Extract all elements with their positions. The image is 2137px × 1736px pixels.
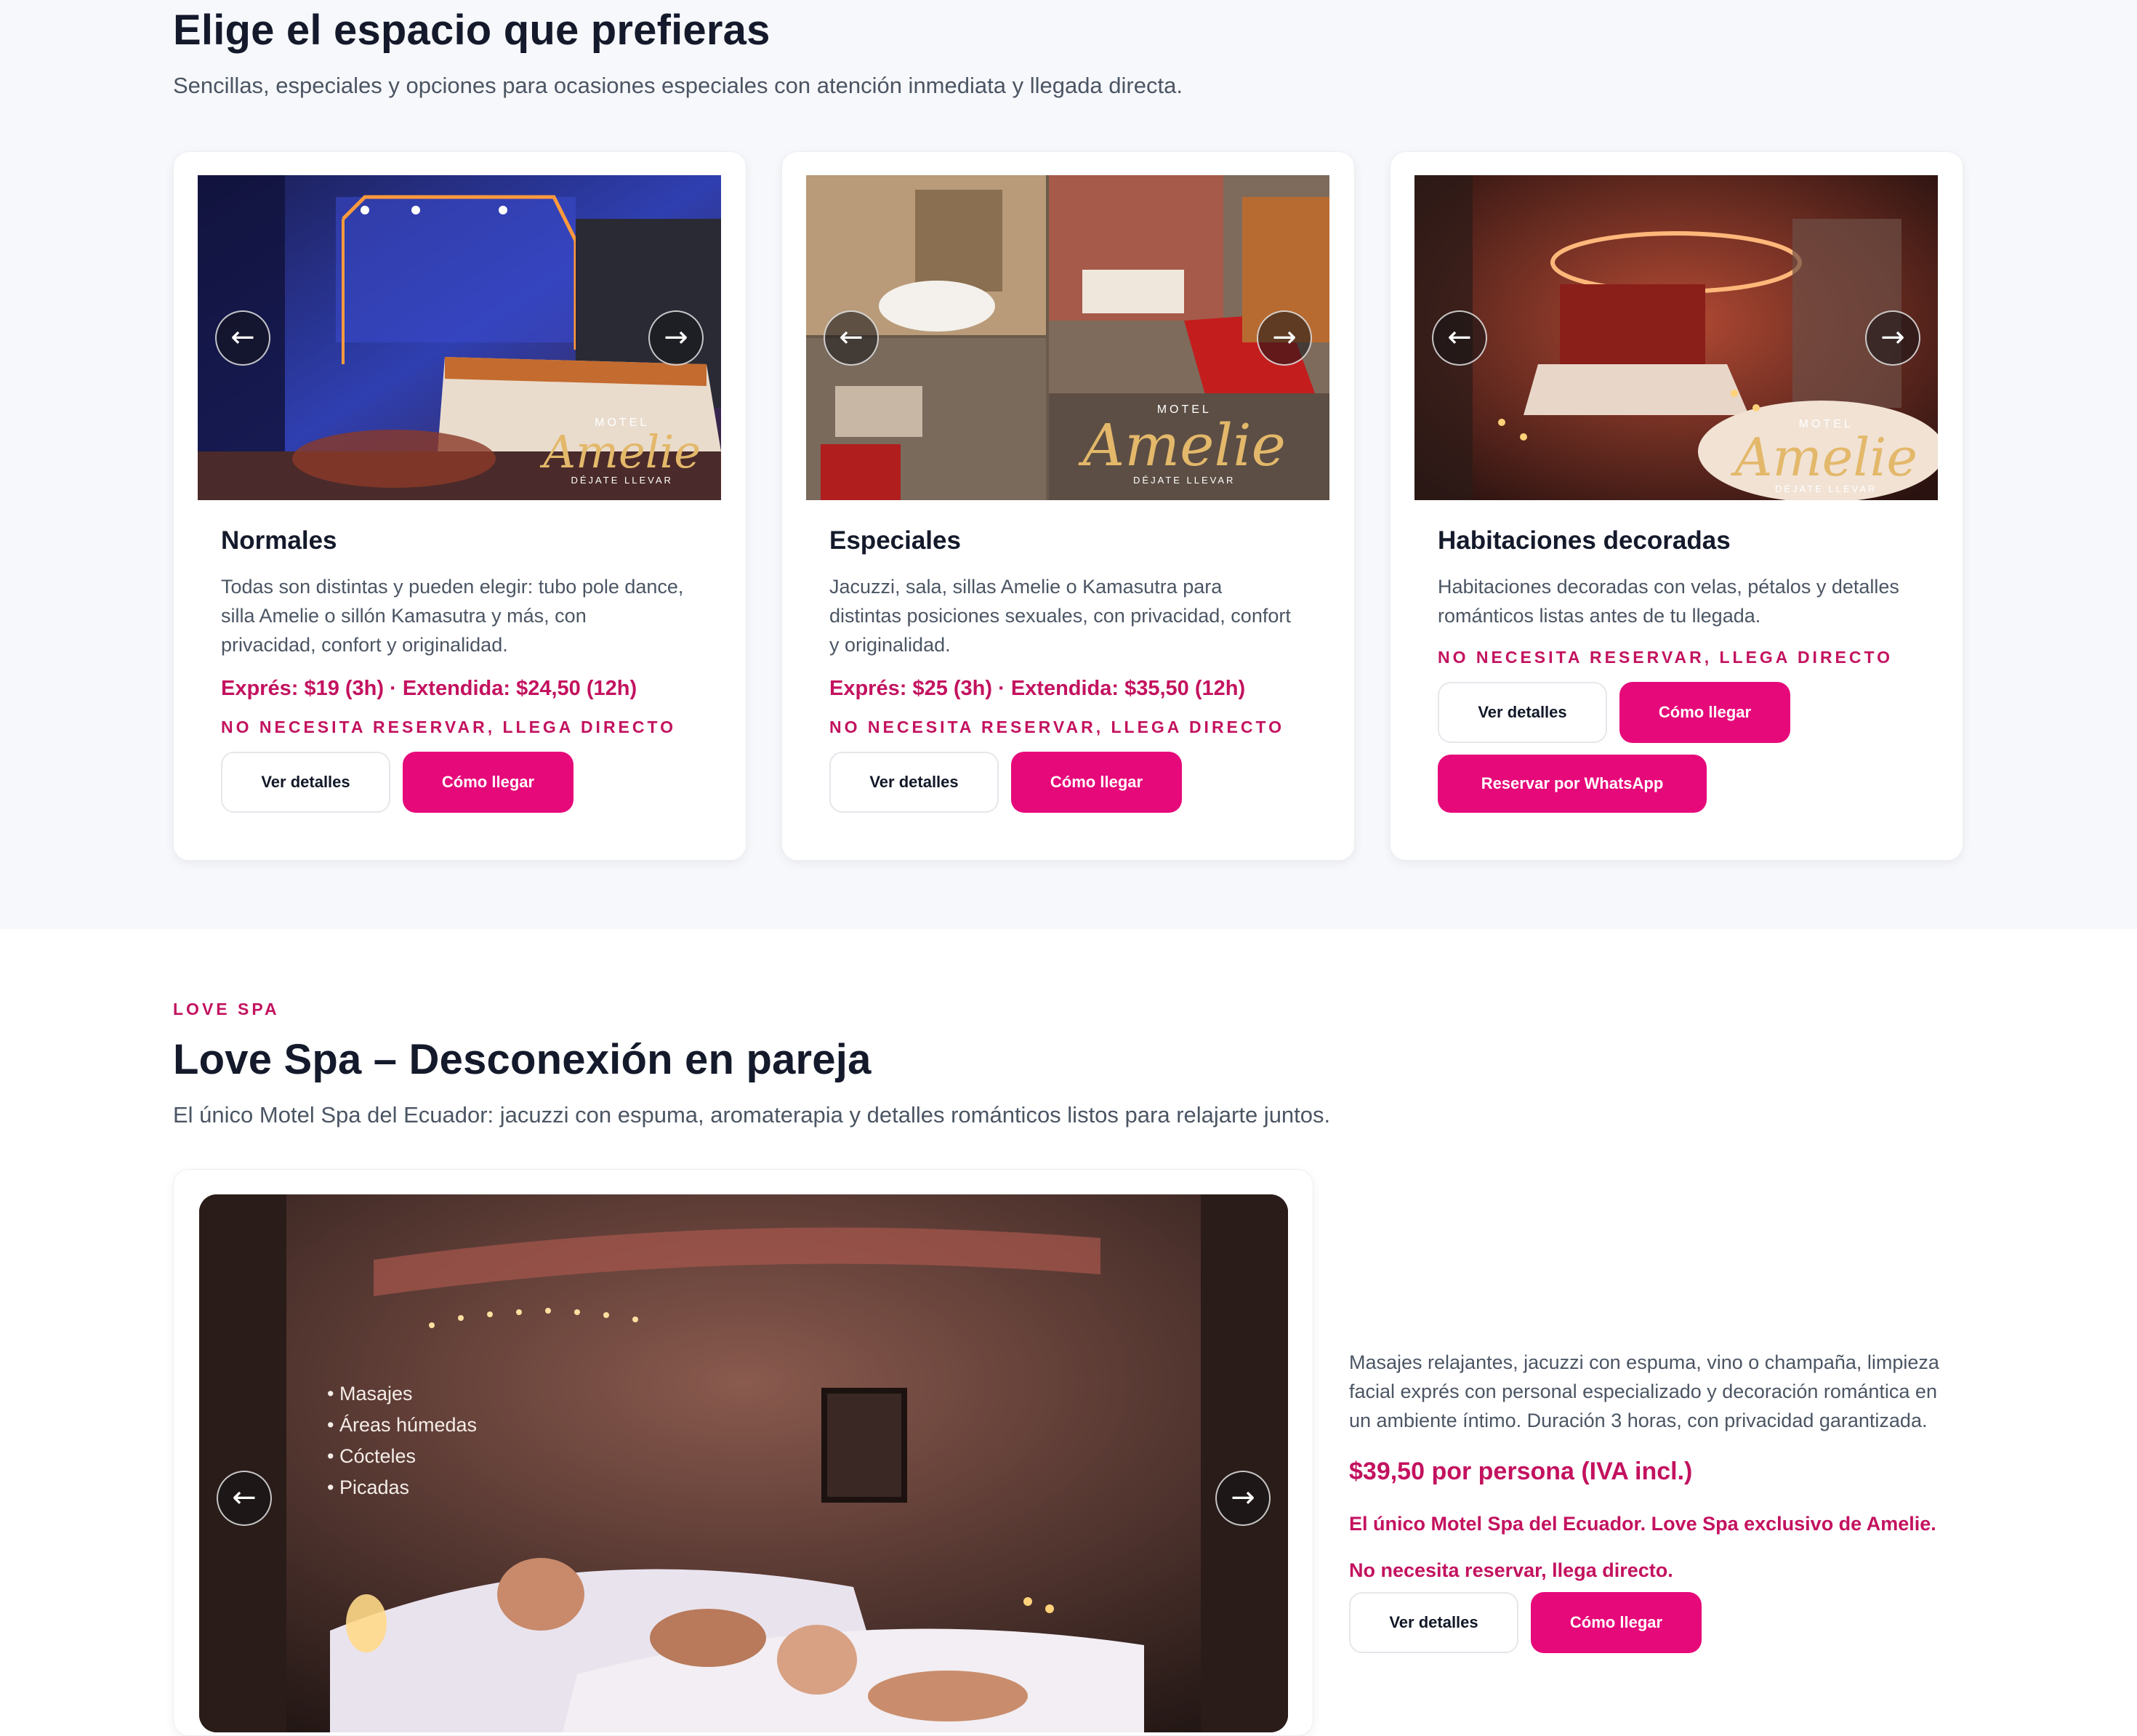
spa-view-details-button[interactable]: Ver detalles [1349, 1592, 1518, 1653]
room-card-notice: NO NECESITA RESERVAR, LLEGA DIRECTO [829, 718, 1285, 736]
room-card-title: Habitaciones decoradas [1438, 526, 1731, 555]
spa-eyebrow: LOVE SPA [173, 1000, 280, 1018]
room-photo-decoradas: ← → MOTEL Amelie DÉJATE LLEVAR [1414, 175, 1938, 500]
carousel-prev-button[interactable]: ← [824, 310, 879, 366]
spa-directions-button[interactable]: Cómo llegar [1531, 1592, 1702, 1653]
room-card-price: Exprés: $19 (3h) · Extendida: $24,50 (12… [221, 677, 637, 700]
spa-image-card: • Masajes • Áreas húmedas • Cócteles • P… [173, 1169, 1313, 1736]
room-card-description: Habitaciones decoradas con velas, pétalo… [1438, 576, 1899, 627]
room-card-title: Especiales [829, 526, 961, 555]
motel-amelie-logo: MOTEL Amelie DÉJATE LLEVAR [1082, 403, 1287, 486]
spa-description: Masajes relajantes, jacuzzi con espuma, … [1349, 1351, 1939, 1431]
room-card-description: Jacuzzi, sala, sillas Amelie o Kamasutra… [829, 576, 1291, 656]
directions-button[interactable]: Cómo llegar [403, 752, 574, 813]
spa-section-title: Love Spa – Desconexión en pareja [173, 1036, 872, 1083]
spa-section-subtitle: El único Motel Spa del Ecuador: jacuzzi … [173, 1102, 1331, 1128]
room-card-notice: NO NECESITA RESERVAR, LLEGA DIRECTO [1438, 648, 1893, 667]
spa-bullet: • Cócteles [327, 1445, 416, 1467]
whatsapp-reserve-button[interactable]: Reservar por WhatsApp [1438, 755, 1707, 813]
spa-exclusive-note: El único Motel Spa del Ecuador. Love Spa… [1349, 1513, 1936, 1535]
spa-notice: No necesita reservar, llega directo. [1349, 1559, 1673, 1581]
spa-bullet: • Áreas húmedas [327, 1414, 478, 1436]
room-card-title: Normales [221, 526, 337, 555]
motel-amelie-logo: MOTEL Amelie DÉJATE LLEVAR [543, 417, 701, 486]
rooms-section-title: Elige el espacio que prefieras [173, 7, 770, 54]
view-details-button[interactable]: Ver detalles [221, 752, 390, 813]
directions-button[interactable]: Cómo llegar [1011, 752, 1182, 813]
motel-amelie-logo: MOTEL Amelie DÉJATE LLEVAR [1734, 418, 1917, 494]
room-card-normales: ← → MOTEL Amelie DÉJATE LLEVAR Normales … [173, 151, 746, 861]
room-photo-especiales: ← → MOTEL Amelie DÉJATE LLEVAR [806, 175, 1329, 500]
room-card-description: Todas son distintas y pueden elegir: tub… [221, 576, 684, 656]
carousel-next-button[interactable]: → [1215, 1471, 1271, 1526]
carousel-prev-button[interactable]: ← [215, 310, 270, 366]
room-card-price: Exprés: $25 (3h) · Extendida: $35,50 (12… [829, 677, 1246, 700]
directions-button[interactable]: Cómo llegar [1619, 682, 1790, 743]
carousel-next-button[interactable]: → [1865, 310, 1920, 366]
room-card-especiales: ← → MOTEL Amelie DÉJATE LLEVAR Especiale… [781, 151, 1355, 861]
spa-image-bullets: • Masajes • Áreas húmedas • Cócteles • P… [327, 1378, 477, 1503]
spa-bullet: • Picadas [327, 1476, 410, 1498]
carousel-prev-button[interactable]: ← [1432, 310, 1487, 366]
room-photo-normales: ← → MOTEL Amelie DÉJATE LLEVAR [198, 175, 721, 500]
carousel-next-button[interactable]: → [648, 310, 704, 366]
carousel-prev-button[interactable]: ← [217, 1471, 272, 1526]
view-details-button[interactable]: Ver detalles [1438, 682, 1607, 743]
carousel-next-button[interactable]: → [1257, 310, 1312, 366]
view-details-button[interactable]: Ver detalles [829, 752, 999, 813]
room-card-notice: NO NECESITA RESERVAR, LLEGA DIRECTO [221, 718, 677, 736]
spa-photo: • Masajes • Áreas húmedas • Cócteles • P… [199, 1194, 1288, 1732]
spa-price: $39,50 por persona (IVA incl.) [1349, 1458, 1693, 1485]
spa-bullet: • Masajes [327, 1383, 413, 1405]
room-card-decoradas: ← → MOTEL Amelie DÉJATE LLEVAR Habitacio… [1390, 151, 1963, 861]
rooms-section-subtitle: Sencillas, especiales y opciones para oc… [173, 73, 1183, 98]
